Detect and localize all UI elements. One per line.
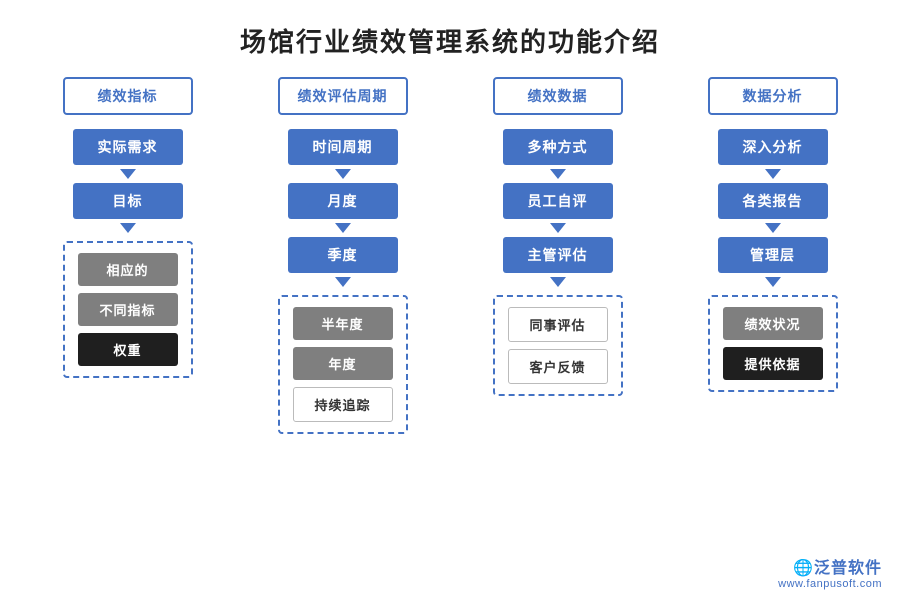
arrow-col2-1 (335, 223, 351, 233)
dashed-item-col2-0: 半年度 (293, 307, 393, 340)
arrow-dashed-col2 (335, 277, 351, 287)
dashed-item-col3-1: 客户反馈 (508, 349, 608, 384)
column-col3: 绩效数据多种方式员工自评主管评估同事评估客户反馈 (450, 77, 665, 396)
dashed-item-col2-1: 年度 (293, 347, 393, 380)
column-col4: 数据分析深入分析各类报告管理层绩效状况提供依据 (665, 77, 880, 392)
dashed-box-col2: 半年度年度持续追踪 (278, 295, 408, 434)
arrow-col1-0 (120, 169, 136, 179)
arrow-col4-1 (765, 223, 781, 233)
flow-box-col4-0: 深入分析 (718, 129, 828, 165)
column-col2: 绩效评估周期时间周期月度季度半年度年度持续追踪 (235, 77, 450, 434)
col-header-col1: 绩效指标 (63, 77, 193, 115)
dashed-item-col2-2: 持续追踪 (293, 387, 393, 422)
flow-box-col2-1: 月度 (288, 183, 398, 219)
arrow-col4-0 (765, 169, 781, 179)
watermark-logo: 🌐泛普软件 (793, 554, 882, 578)
dashed-item-col1-0: 相应的 (78, 253, 178, 286)
dashed-item-col4-1: 提供依据 (723, 347, 823, 380)
dashed-item-col3-0: 同事评估 (508, 307, 608, 342)
flow-box-col2-2: 季度 (288, 237, 398, 273)
arrow-dashed-col3 (550, 277, 566, 287)
arrow-dashed-col4 (765, 277, 781, 287)
watermark-url: www.fanpusoft.com (778, 578, 882, 590)
column-col1: 绩效指标实际需求目标相应的不同指标权重 (20, 77, 235, 378)
flow-box-col3-2: 主管评估 (503, 237, 613, 273)
flow-box-col1-1: 目标 (73, 183, 183, 219)
col-header-col3: 绩效数据 (493, 77, 623, 115)
col-header-col4: 数据分析 (708, 77, 838, 115)
flow-box-col3-1: 员工自评 (503, 183, 613, 219)
col-header-col2: 绩效评估周期 (278, 77, 408, 115)
page-title: 场馆行业绩效管理系统的功能介绍 (0, 0, 900, 77)
arrow-col3-0 (550, 169, 566, 179)
dashed-box-col3: 同事评估客户反馈 (493, 295, 623, 396)
flow-box-col2-0: 时间周期 (288, 129, 398, 165)
arrow-col3-1 (550, 223, 566, 233)
dashed-box-col1: 相应的不同指标权重 (63, 241, 193, 378)
dashed-item-col1-2: 权重 (78, 333, 178, 366)
arrow-col2-0 (335, 169, 351, 179)
dashed-item-col4-0: 绩效状况 (723, 307, 823, 340)
dashed-item-col1-1: 不同指标 (78, 293, 178, 326)
main-content: 绩效指标实际需求目标相应的不同指标权重绩效评估周期时间周期月度季度半年度年度持续… (0, 77, 900, 434)
watermark: 🌐泛普软件 www.fanpusoft.com (778, 554, 882, 590)
flow-box-col4-1: 各类报告 (718, 183, 828, 219)
flow-box-col3-0: 多种方式 (503, 129, 613, 165)
flow-box-col1-0: 实际需求 (73, 129, 183, 165)
dashed-box-col4: 绩效状况提供依据 (708, 295, 838, 392)
flow-box-col4-2: 管理层 (718, 237, 828, 273)
arrow-dashed-col1 (120, 223, 136, 233)
